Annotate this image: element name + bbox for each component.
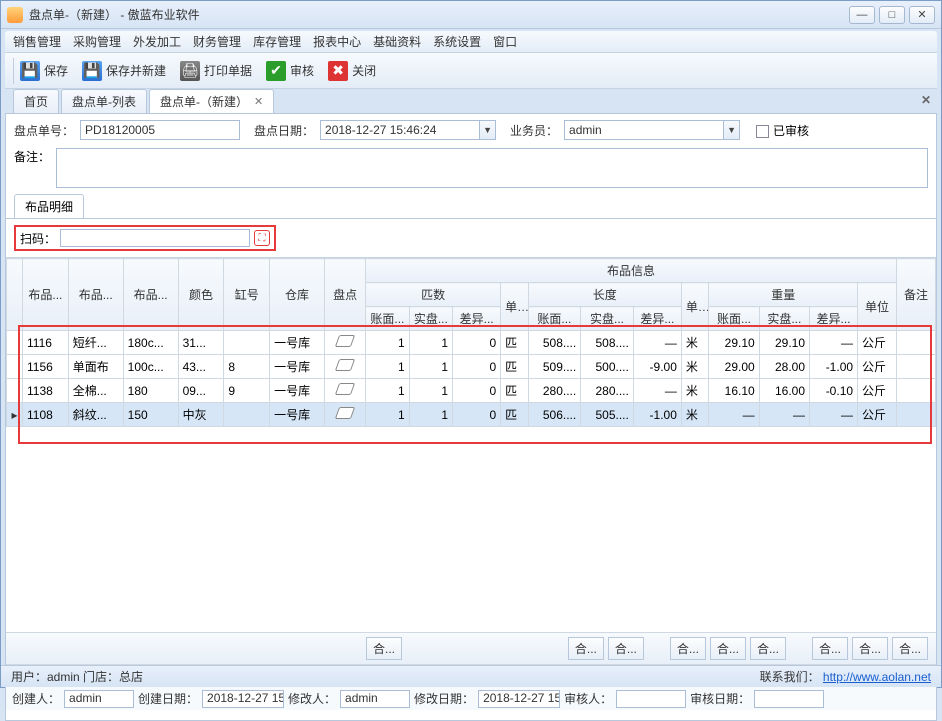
contact-link[interactable]: http://www.aolan.net — [823, 670, 931, 684]
sum-button[interactable]: 合... — [812, 637, 848, 660]
creator-field: admin — [64, 690, 134, 708]
create-date-label: 创建日期： — [138, 690, 198, 707]
sum-button[interactable]: 合... — [608, 637, 644, 660]
sum-button[interactable]: 合... — [750, 637, 786, 660]
menu-purchase[interactable]: 采购管理 — [73, 33, 121, 50]
date-picker[interactable]: ▼ — [320, 120, 496, 140]
menu-bar: 销售管理 采购管理 外发加工 财务管理 库存管理 报表中心 基础资料 系统设置 … — [5, 31, 937, 53]
app-window: 盘点单-（新建） - 傲蓝布业软件 — □ ✕ 销售管理 采购管理 外发加工 财… — [0, 0, 942, 688]
tab-list[interactable]: 盘点单-列表 — [61, 89, 147, 113]
tab-home[interactable]: 首页 — [13, 89, 59, 113]
save-new-button[interactable]: 💾保存并新建 — [82, 61, 166, 81]
doc-no-input[interactable] — [80, 120, 240, 140]
sum-button[interactable]: 合... — [670, 637, 706, 660]
menu-outsource[interactable]: 外发加工 — [133, 33, 181, 50]
dropdown-arrow-icon[interactable]: ▼ — [724, 120, 740, 140]
doc-no-label: 盘点单号： — [14, 122, 74, 139]
menu-report[interactable]: 报表中心 — [313, 33, 361, 50]
tab-close-icon[interactable]: ✕ — [254, 95, 263, 108]
status-bar: 用户：admin 门店：总店 联系我们： http://www.aolan.ne… — [1, 665, 941, 687]
dropdown-arrow-icon[interactable]: ▼ — [480, 120, 496, 140]
window-title: 盘点单-（新建） - 傲蓝布业软件 — [29, 6, 849, 23]
eraser-icon[interactable] — [335, 407, 355, 419]
grid-footer: 合... 合... 合... 合... 合... 合... 合... 合... … — [6, 632, 936, 664]
close-button[interactable]: ✖关闭 — [328, 61, 376, 81]
check-icon: ✔ — [266, 61, 286, 81]
date-input[interactable] — [320, 120, 480, 140]
sum-button[interactable]: 合... — [852, 637, 888, 660]
scan-label: 扫码： — [20, 230, 56, 247]
eraser-icon[interactable] — [335, 335, 355, 347]
printer-icon: 🖨 — [180, 61, 200, 81]
close-window-button[interactable]: ✕ — [909, 6, 935, 24]
app-icon — [7, 7, 23, 23]
data-grid[interactable]: 布品... 布品... 布品... 颜色 缸号 仓库 盘点 布品信息 备注 匹数… — [6, 258, 936, 427]
modify-date-field: 2018-12-27 15 — [478, 690, 560, 708]
menu-window[interactable]: 窗口 — [493, 33, 517, 50]
sum-button[interactable]: 合... — [366, 637, 402, 660]
tab-new[interactable]: 盘点单-（新建）✕ — [149, 89, 274, 113]
meta-bar: 创建人： admin 创建日期： 2018-12-27 15 修改人： admi… — [6, 686, 936, 710]
table-row[interactable]: 1116短纤...180c...31...一号库110匹508....508..… — [7, 331, 936, 355]
sales-dropdown[interactable]: ▼ — [564, 120, 740, 140]
save-icon: 💾 — [20, 61, 40, 81]
sum-button[interactable]: 合... — [892, 637, 928, 660]
titlebar: 盘点单-（新建） - 傲蓝布业软件 — □ ✕ — [1, 1, 941, 29]
table-row[interactable]: ▸1108斜纹...150中灰一号库110匹506....505....-1.0… — [7, 403, 936, 427]
save-new-icon: 💾 — [82, 61, 102, 81]
scan-area: 扫码： ⛶ — [14, 225, 276, 251]
menu-basedata[interactable]: 基础资料 — [373, 33, 421, 50]
save-button[interactable]: 💾保存 — [20, 61, 68, 81]
maximize-button[interactable]: □ — [879, 6, 905, 24]
scan-input[interactable] — [60, 229, 250, 247]
modifier-label: 修改人： — [288, 690, 336, 707]
audit-date-label: 审核日期： — [690, 690, 750, 707]
grid: 布品... 布品... 布品... 颜色 缸号 仓库 盘点 布品信息 备注 匹数… — [6, 257, 936, 587]
content-panel: 盘点单号： 盘点日期： ▼ 业务员： ▼ 已审核 备注： 布品明细 扫码： — [5, 113, 937, 721]
sum-button[interactable]: 合... — [568, 637, 604, 660]
modifier-field: admin — [340, 690, 410, 708]
tabbar-close-icon[interactable]: ✕ — [921, 93, 931, 107]
creator-label: 创建人： — [12, 690, 60, 707]
contact-label: 联系我们： — [760, 670, 820, 684]
status-left: 用户：admin 门店：总店 — [11, 668, 143, 685]
sub-tab-detail[interactable]: 布品明细 — [14, 194, 84, 218]
close-icon: ✖ — [328, 61, 348, 81]
create-date-field: 2018-12-27 15 — [202, 690, 284, 708]
header-form: 盘点单号： 盘点日期： ▼ 业务员： ▼ 已审核 — [6, 114, 936, 146]
audit-button[interactable]: ✔审核 — [266, 61, 314, 81]
eraser-icon[interactable] — [335, 359, 355, 371]
sales-label: 业务员： — [510, 122, 558, 139]
table-row[interactable]: 1138全棉...18009...9一号库110匹280....280....—… — [7, 379, 936, 403]
audit-date-field — [754, 690, 824, 708]
remark-label: 备注： — [14, 148, 50, 165]
remark-input[interactable] — [56, 148, 928, 188]
auditor-field — [616, 690, 686, 708]
date-label: 盘点日期： — [254, 122, 314, 139]
menu-settings[interactable]: 系统设置 — [433, 33, 481, 50]
toolbar: 💾保存 💾保存并新建 🖨打印单据 ✔审核 ✖关闭 — [5, 53, 937, 89]
minimize-button[interactable]: — — [849, 6, 875, 24]
scan-icon[interactable]: ⛶ — [254, 230, 270, 246]
sales-input[interactable] — [564, 120, 724, 140]
tab-bar: 首页 盘点单-列表 盘点单-（新建）✕ ✕ — [5, 89, 937, 113]
audited-checkbox[interactable]: 已审核 — [756, 122, 809, 139]
menu-inventory[interactable]: 库存管理 — [253, 33, 301, 50]
eraser-icon[interactable] — [335, 383, 355, 395]
print-button[interactable]: 🖨打印单据 — [180, 61, 252, 81]
sum-button[interactable]: 合... — [710, 637, 746, 660]
table-row[interactable]: 1156单面布100c...43...8一号库110匹509....500...… — [7, 355, 936, 379]
menu-finance[interactable]: 财务管理 — [193, 33, 241, 50]
menu-sales[interactable]: 销售管理 — [13, 33, 61, 50]
auditor-label: 审核人： — [564, 690, 612, 707]
modify-date-label: 修改日期： — [414, 690, 474, 707]
